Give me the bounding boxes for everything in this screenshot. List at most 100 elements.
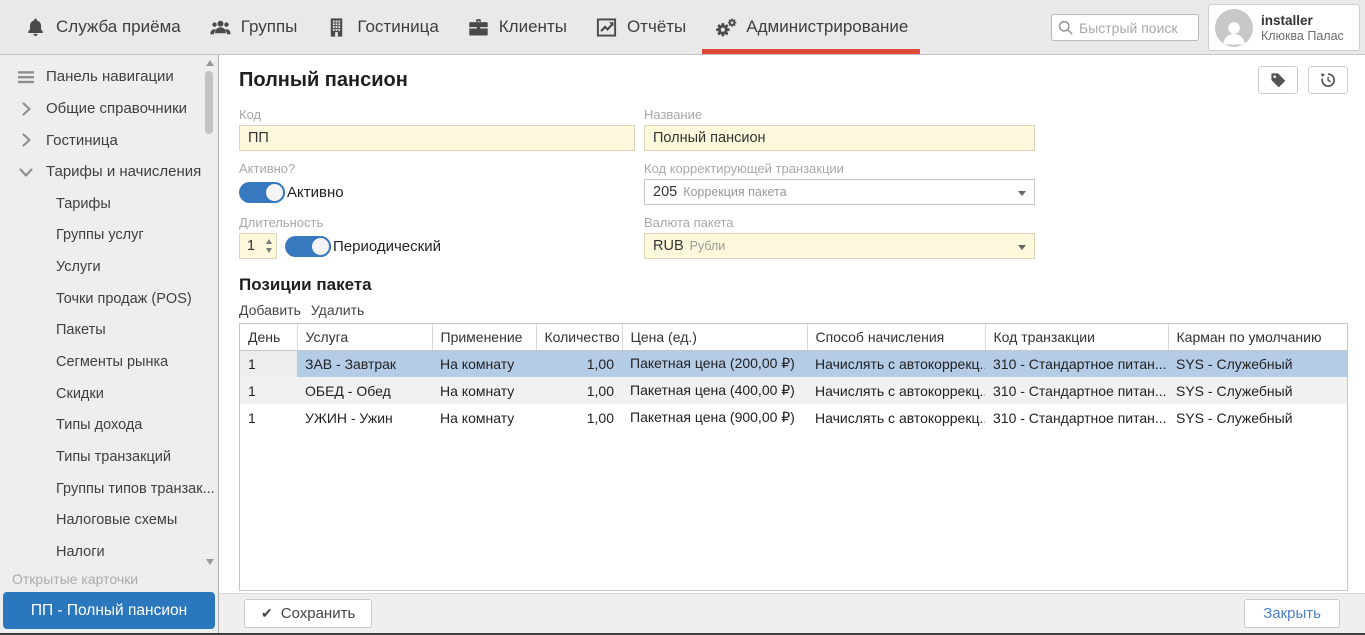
tab-reports[interactable]: Отчёты: [581, 0, 700, 54]
code-label: Код: [239, 107, 635, 122]
tab-administration[interactable]: Администрирование: [700, 0, 922, 54]
toggle-knob: [264, 182, 285, 203]
active-toggle[interactable]: [239, 182, 285, 203]
sidebar-item-tax-schemes[interactable]: Налоговые схемы: [0, 505, 218, 537]
delete-position-button[interactable]: Удалить: [311, 302, 364, 318]
tab-label: Гостиница: [357, 17, 438, 37]
tags-button[interactable]: [1258, 66, 1298, 94]
table-row-dinner[interactable]: 1 УЖИН - Ужин На комнату 1,00 Пакетная ц…: [240, 404, 1347, 431]
sidebar-item-tariffs-and-charges[interactable]: Тарифы и начисления: [0, 156, 218, 188]
sidebar-item-label: Группы типов транзак...: [56, 481, 215, 497]
sidebar-item-hotel[interactable]: Гостиница: [0, 124, 218, 156]
sidebar-item-navigation-panel[interactable]: Панель навигации: [0, 61, 218, 93]
cell-default-pocket: SYS - Служебный: [1168, 377, 1347, 404]
sidebar-item-services[interactable]: Услуги: [0, 251, 218, 283]
duration-stepper[interactable]: [239, 233, 277, 259]
cell-charge-method: Начислять с автокоррекц...: [807, 350, 985, 377]
selected-code: 205: [653, 184, 677, 200]
col-quantity[interactable]: Количество: [536, 324, 622, 350]
correction-code-select[interactable]: 205 Коррекция пакета: [644, 179, 1035, 205]
open-card-full-board[interactable]: ПП - Полный пансион: [3, 592, 215, 629]
tab-front-desk[interactable]: Служба приёма: [10, 0, 195, 54]
sidebar-item-market-segments[interactable]: Сегменты рынка: [0, 346, 218, 378]
sidebar-item-label: Сегменты рынка: [56, 354, 168, 370]
tab-hotel[interactable]: Гостиница: [311, 0, 452, 54]
stepper-down-icon[interactable]: [266, 248, 272, 253]
close-button-label: Закрыть: [1263, 605, 1321, 622]
col-service[interactable]: Услуга: [297, 324, 432, 350]
report-chart-icon: [595, 16, 618, 39]
table-header-row: День Услуга Применение Количество Цена (…: [240, 324, 1347, 350]
table-row-lunch[interactable]: 1 ОБЕД - Обед На комнату 1,00 Пакетная ц…: [240, 377, 1347, 404]
cell-application: На комнату: [432, 350, 536, 377]
sidebar-nav-list: Панель навигации Общие справочники Гости…: [0, 55, 218, 566]
col-day[interactable]: День: [240, 324, 297, 350]
check-icon: ✔: [261, 605, 273, 622]
sidebar-item-packages[interactable]: Пакеты: [0, 315, 218, 347]
scrollbar-down-icon[interactable]: [206, 559, 214, 565]
add-position-button[interactable]: Добавить: [239, 302, 301, 318]
sidebar-item-label: Гостиница: [46, 132, 118, 149]
col-unit-price[interactable]: Цена (ед.): [622, 324, 807, 350]
sidebar-scrollbar[interactable]: [203, 58, 217, 567]
cell-quantity: 1,00: [536, 350, 622, 377]
menu-icon: [16, 67, 36, 87]
stepper-arrows[interactable]: [266, 239, 272, 253]
cell-unit-price: Пакетная цена (400,00 ₽): [622, 377, 807, 404]
cell-quantity: 1,00: [536, 404, 622, 431]
col-application[interactable]: Применение: [432, 324, 536, 350]
main-content: Полный пансион Код: [219, 55, 1365, 633]
sidebar-item-tariffs[interactable]: Тарифы: [0, 188, 218, 220]
sidebar-item-label: Скидки: [56, 386, 104, 402]
main-tabs: Служба приёма Группы Гостиница Клиенты О…: [10, 0, 922, 54]
sidebar-item-transaction-type-groups[interactable]: Группы типов транзак...: [0, 473, 218, 505]
periodic-toggle[interactable]: [285, 236, 331, 257]
cell-transaction-code: 310 - Стандартное питан...: [985, 404, 1168, 431]
chevron-right-icon: [16, 130, 36, 150]
users-icon: [209, 16, 232, 39]
cell-day: 1: [240, 350, 297, 377]
sidebar-item-service-groups[interactable]: Группы услуг: [0, 219, 218, 251]
active-tab-underline: [702, 49, 920, 54]
close-button[interactable]: Закрыть: [1244, 599, 1340, 628]
cell-service: ОБЕД - Обед: [297, 377, 432, 404]
avatar: [1215, 9, 1253, 47]
scrollbar-up-icon[interactable]: [206, 60, 214, 66]
tab-label: Группы: [241, 17, 298, 37]
currency-select[interactable]: RUB Рубли: [644, 233, 1035, 259]
history-button[interactable]: [1308, 66, 1348, 94]
active-state-label: Активно: [287, 184, 344, 201]
cell-default-pocket: SYS - Служебный: [1168, 404, 1347, 431]
code-field[interactable]: [239, 125, 635, 151]
name-field[interactable]: [644, 125, 1035, 151]
col-charge-method[interactable]: Способ начисления: [807, 324, 985, 350]
col-transaction-code[interactable]: Код транзакции: [985, 324, 1168, 350]
gears-icon: [714, 16, 737, 39]
sidebar-item-label: Пакеты: [56, 322, 106, 338]
col-default-pocket[interactable]: Карман по умолчанию: [1168, 324, 1347, 350]
sidebar-item-label: Налоговые схемы: [56, 512, 177, 528]
cell-default-pocket: SYS - Служебный: [1168, 350, 1347, 377]
user-info: installer Клюква Палас: [1261, 12, 1344, 44]
scrollbar-thumb[interactable]: [205, 71, 213, 134]
sidebar-item-transaction-types[interactable]: Типы транзакций: [0, 441, 218, 473]
duration-label: Длительность: [239, 215, 635, 230]
currency-label: Валюта пакета: [644, 215, 1035, 230]
table-row-breakfast[interactable]: 1 ЗАВ - Завтрак На комнату 1,00 Пакетная…: [240, 350, 1347, 377]
save-button[interactable]: ✔ Сохранить: [244, 599, 372, 628]
stepper-up-icon[interactable]: [266, 239, 272, 244]
duration-value[interactable]: [240, 238, 262, 254]
user-panel[interactable]: installer Клюква Палас: [1208, 4, 1360, 51]
sidebar-item-pos[interactable]: Точки продаж (POS): [0, 283, 218, 315]
tab-clients[interactable]: Клиенты: [453, 0, 581, 54]
sidebar-item-label: Налоги: [56, 544, 105, 560]
sidebar-item-taxes[interactable]: Налоги: [0, 536, 218, 566]
page-title: Полный пансион: [239, 69, 408, 92]
sidebar-item-discounts[interactable]: Скидки: [0, 378, 218, 410]
sidebar-item-income-types[interactable]: Типы дохода: [0, 410, 218, 442]
footer-toolbar: ✔ Сохранить Закрыть: [219, 593, 1365, 633]
tab-groups[interactable]: Группы: [195, 0, 312, 54]
chevron-down-icon: [1018, 245, 1026, 250]
sidebar-item-common-directories[interactable]: Общие справочники: [0, 93, 218, 125]
toggle-knob: [310, 236, 331, 257]
